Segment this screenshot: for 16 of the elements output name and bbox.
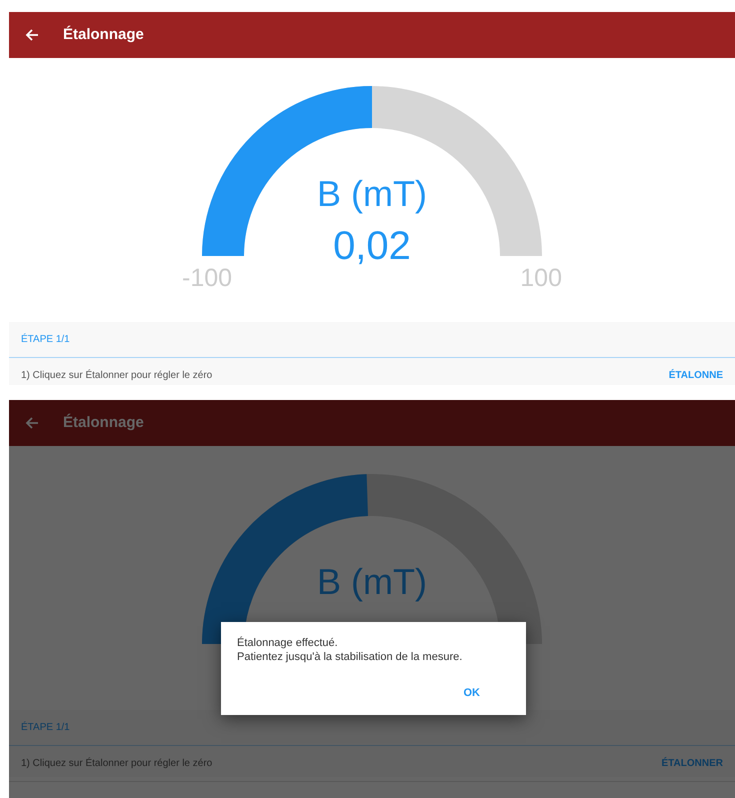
- ok-button[interactable]: OK: [460, 680, 510, 706]
- step-instruction: 1) Cliquez sur Étalonner pour régler le zéro: [21, 368, 212, 383]
- dialog-message: Étalonnage effectué.: [237, 636, 339, 650]
- calibrate-button[interactable]: ÉTALONNE: [668, 368, 723, 383]
- screen-title: Étalonnage: [63, 412, 144, 433]
- screen-title: Étalonnage: [63, 24, 144, 45]
- back-arrow-icon: [25, 28, 39, 42]
- gauge-label: B (mT): [316, 564, 428, 600]
- gauge-value: 0,02: [332, 226, 412, 266]
- back-button[interactable]: [25, 28, 39, 42]
- gauge-label: B (mT): [316, 176, 428, 212]
- calibrate-button[interactable]: ÉTALONNER: [662, 756, 723, 771]
- back-arrow-icon: [25, 416, 39, 430]
- step-header: ÉTAPE 1/1: [9, 322, 735, 358]
- dialog-message: Patientez jusqu'à la stabilisation de la mesure.: [237, 650, 464, 665]
- step-instruction: 1) Cliquez sur Étalonner pour régler le zéro: [21, 756, 212, 771]
